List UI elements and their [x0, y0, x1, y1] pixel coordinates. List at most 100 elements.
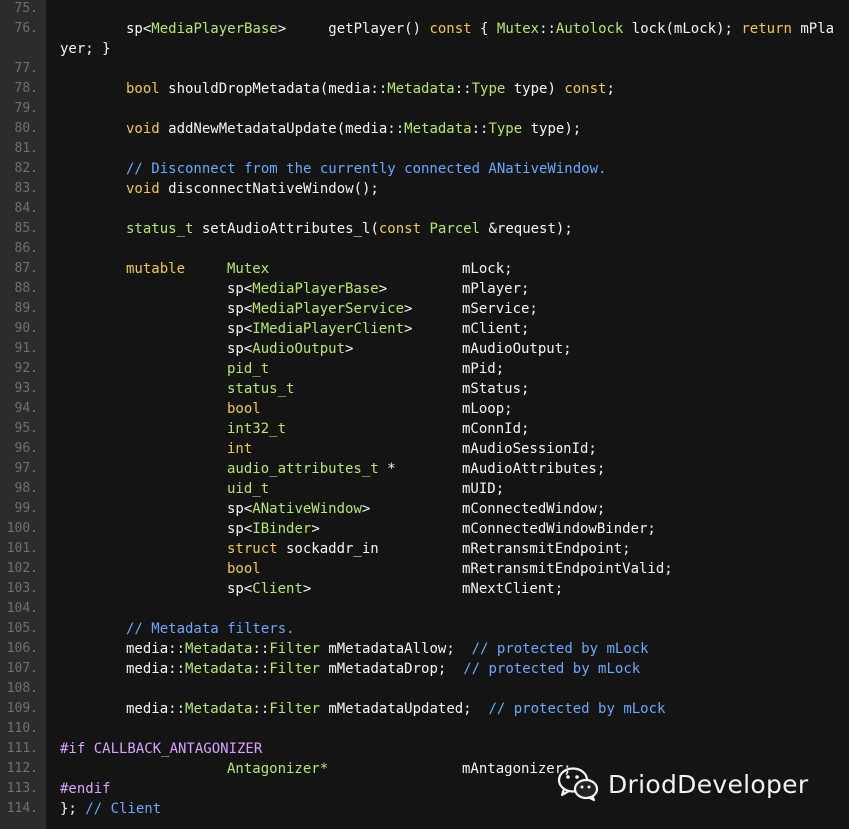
line-number: 111. [6, 741, 38, 756]
comment-line: // Metadata filters. [126, 619, 295, 639]
code-token: ; [606, 81, 615, 97]
code-token: mStatus; [462, 381, 530, 397]
code-token: // Disconnect from the currently connect… [126, 161, 607, 177]
code-token: mLock; [462, 261, 513, 277]
code-token: Mutex [496, 21, 540, 37]
code-token: mMetadataUpdated; [319, 701, 489, 717]
line-number: 87. [14, 261, 38, 276]
code-token: Metadata [185, 701, 253, 717]
line-number: 108. [6, 681, 38, 696]
member-declaration: sp<IBinder> mConnectedWindowBinder; [46, 519, 806, 539]
line-number: 100. [6, 521, 38, 536]
line-number: 103. [6, 581, 38, 596]
code-token: media:: [126, 641, 186, 657]
member-declaration: sp<MediaPlayerService> mService; [46, 299, 806, 319]
line-number: 93. [14, 381, 38, 396]
code-line: status_t setAudioAttributes_l(const Parc… [126, 219, 573, 239]
member-declaration: sp<AudioOutput> mAudioOutput; [46, 339, 806, 359]
code-line: media::Metadata::Filter mMetadataDrop; /… [126, 659, 640, 679]
member-declaration: sp<Client> mNextClient; [46, 579, 806, 599]
code-token: :: [454, 81, 472, 97]
code-token: mConnectedWindow; [462, 501, 606, 517]
member-type: int [227, 439, 252, 459]
member-declaration: struct sockaddr_in mRetransmitEndpoint; [46, 539, 806, 559]
code-token: status_t [227, 381, 295, 397]
member-declaration: uid_t mUID; [46, 479, 806, 499]
code-token: mMetadataAllow; [319, 641, 472, 657]
code-token: mService; [462, 301, 538, 317]
code-token: int32_t [227, 421, 287, 437]
code-line: }; // Client [60, 799, 161, 819]
code-token: }; [60, 801, 77, 817]
preprocessor-line: #if CALLBACK_ANTAGONIZER [60, 739, 262, 759]
line-number: 104. [6, 601, 38, 616]
code-token: :: [252, 701, 270, 717]
member-type: sp<MediaPlayerBase> [227, 279, 387, 299]
member-type: bool [227, 559, 261, 579]
preprocessor-line: #endif [60, 779, 111, 799]
code-token: mRetransmitEndpointValid; [462, 561, 673, 577]
code-token: Metadata [387, 81, 455, 97]
code-token: lock(mLock); [623, 21, 742, 37]
code-token: sp< [227, 501, 253, 517]
line-number: 96. [14, 441, 38, 456]
code-token: Type [471, 81, 506, 97]
code-token: mConnectedWindowBinder; [462, 521, 656, 537]
code-token: ANativeWindow [252, 501, 362, 517]
code-token: mPid; [462, 361, 505, 377]
line-number: 82. [14, 161, 38, 176]
wechat-icon [557, 767, 599, 802]
code-token: { [471, 21, 497, 37]
watermark: DriodDeveloper [556, 764, 808, 804]
line-number: 84. [14, 201, 38, 216]
member-declaration: int32_t mConnId; [46, 419, 806, 439]
line-number: 89. [14, 301, 38, 316]
code-token: mAudioOutput; [462, 341, 572, 357]
code-token: type); [522, 121, 582, 137]
code-token: // Client [76, 801, 162, 817]
code-area[interactable]: sp<MediaPlayerBase> getPlayer() const { … [46, 0, 849, 829]
code-token: sp< [227, 321, 253, 337]
code-token: MediaPlayerBase [151, 21, 278, 37]
code-token: Filter [269, 661, 320, 677]
code-token: > [404, 301, 413, 317]
line-number: 77. [14, 61, 38, 76]
line-number: 86. [14, 241, 38, 256]
code-token: audio_attributes_t [227, 461, 379, 477]
code-line: mutable Mutex mLock; [46, 259, 806, 279]
code-token: > [311, 521, 320, 537]
line-number: 114. [6, 801, 38, 816]
member-type: sp<MediaPlayerService> [227, 299, 412, 319]
code-token: > [378, 281, 388, 297]
member-type: sp<ANativeWindow> [227, 499, 370, 519]
code-token: media:: [126, 661, 186, 677]
code-token: uid_t [227, 481, 270, 497]
code-token: return [741, 21, 792, 37]
code-token: const [564, 81, 607, 97]
line-number: 90. [14, 321, 38, 336]
code-line: media::Metadata::Filter mMetadataAllow; … [126, 639, 649, 659]
code-token: addNewMetadataUpdate(media:: [159, 121, 405, 137]
code-line: void addNewMetadataUpdate(media::Metadat… [126, 119, 581, 139]
code-token: > [361, 501, 371, 517]
code-token: Client [252, 581, 303, 597]
member-type: int32_t [227, 419, 286, 439]
line-number: 106. [6, 641, 38, 656]
code-token: > [404, 321, 413, 337]
code-token: mConnId; [462, 421, 530, 437]
code-token: IBinder [252, 521, 312, 537]
line-number: 94. [14, 401, 38, 416]
member-type: bool [227, 399, 261, 419]
code-token: // protected by mLock [488, 701, 666, 717]
code-line: media::Metadata::Filter mMetadataUpdated… [126, 699, 665, 719]
code-editor[interactable]: 75. 76. 77. 78. 79. 80. 81. 82. 83. 84. 85. 86. 87. 8… [0, 0, 849, 829]
line-number: 88. [14, 281, 38, 296]
code-token: mRetransmitEndpoint; [462, 541, 631, 557]
code-token: mutable [126, 261, 186, 277]
comment-line: // Disconnect from the currently connect… [126, 159, 606, 179]
code-token: sp< [126, 21, 152, 37]
code-token: :: [252, 641, 270, 657]
code-token: IMediaPlayerClient [252, 321, 405, 337]
member-type: pid_t [227, 359, 269, 379]
watermark-text: DriodDeveloper [608, 769, 809, 799]
